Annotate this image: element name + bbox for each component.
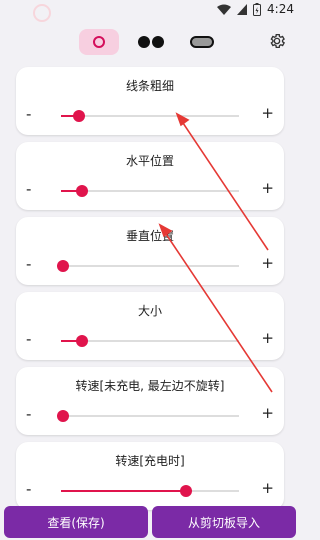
mode-pill-button[interactable] (182, 29, 222, 55)
decrease-button[interactable]: - (26, 255, 31, 273)
slider-track[interactable] (56, 410, 239, 422)
decrease-button[interactable]: - (26, 405, 31, 423)
slider-title: 转速[充电时] (115, 454, 185, 468)
status-ring-icon (33, 4, 51, 22)
increase-button[interactable]: + (261, 329, 274, 347)
pill-icon (190, 36, 214, 48)
slider-title: 水平位置 (125, 154, 174, 168)
mode-ring-button[interactable] (79, 29, 119, 55)
slider-thumb[interactable] (72, 110, 85, 122)
slider-track[interactable] (61, 335, 239, 347)
status-time: 4:24 (267, 2, 294, 16)
increase-button[interactable]: + (261, 254, 274, 272)
increase-button[interactable]: + (261, 479, 274, 497)
mode-toolbar (0, 26, 300, 62)
slider-card-horizontal-position: 水平位置 - + (16, 142, 284, 210)
slider-title: 转速[未充电, 最左边不旋转] (75, 379, 225, 393)
slider-thumb[interactable] (76, 185, 89, 197)
status-right: 4:24 (217, 2, 294, 16)
status-bar: 4:24 (0, 0, 300, 24)
decrease-button[interactable]: - (26, 480, 31, 498)
slider-track[interactable] (61, 485, 239, 497)
decrease-button[interactable]: - (26, 330, 31, 348)
view-save-button[interactable]: 查看(保存) (4, 506, 148, 538)
slider-card-size: 大小 - + (16, 292, 284, 360)
wifi-icon (217, 4, 232, 15)
increase-button[interactable]: + (261, 104, 274, 122)
slider-fill (61, 490, 186, 492)
slider-track[interactable] (61, 110, 239, 122)
increase-button[interactable]: + (261, 179, 274, 197)
slider-thumb[interactable] (56, 410, 69, 422)
slider-card-speed-uncharged: 转速[未充电, 最左边不旋转] - + (16, 367, 284, 435)
mode-dots-button[interactable] (131, 29, 171, 55)
gear-icon[interactable] (268, 32, 286, 50)
increase-button[interactable]: + (261, 404, 274, 422)
slider-thumb[interactable] (76, 335, 89, 347)
slider-card-vertical-position: 垂直位置 - + (16, 217, 284, 285)
slider-track[interactable] (61, 185, 239, 197)
decrease-button[interactable]: - (26, 180, 31, 198)
import-clipboard-button[interactable]: 从剪切板导入 (152, 506, 296, 538)
slider-title: 大小 (137, 304, 162, 318)
slider-card-line-width: 线条粗细 - + (16, 67, 284, 135)
two-dots-icon (138, 36, 164, 48)
slider-thumb[interactable] (56, 260, 69, 272)
circle-ring-icon (93, 36, 105, 48)
slider-track[interactable] (56, 260, 239, 272)
bottom-bar: 查看(保存) 从剪切板导入 (0, 500, 300, 540)
slider-list: 线条粗细 - + 水平位置 - + 垂直位置 - + 大小 - + 转速[未充电… (16, 67, 284, 517)
battery-icon (253, 2, 262, 16)
slider-title: 线条粗细 (125, 79, 174, 93)
signal-icon (237, 3, 248, 15)
slider-thumb[interactable] (179, 485, 192, 497)
decrease-button[interactable]: - (26, 105, 31, 123)
slider-title: 垂直位置 (125, 229, 174, 243)
